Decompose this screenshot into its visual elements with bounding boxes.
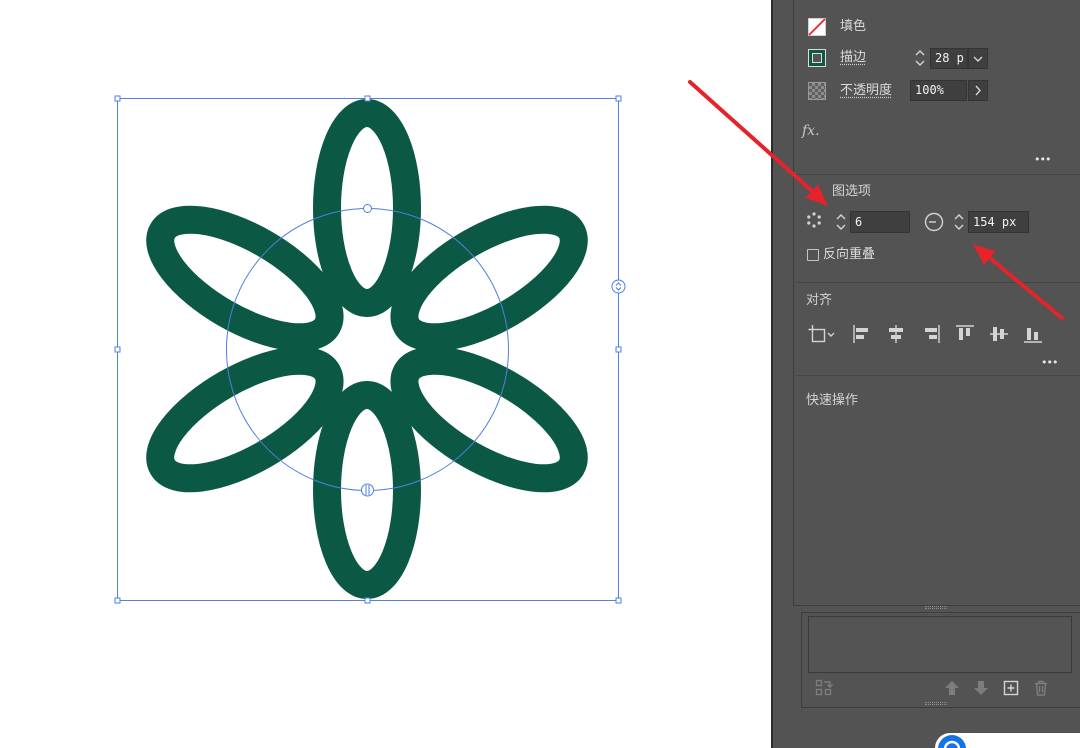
new-artboard-icon[interactable] bbox=[1002, 679, 1020, 697]
artwork-svg bbox=[114, 95, 626, 604]
handle-bottom-left[interactable] bbox=[114, 597, 121, 604]
handle-bottom-center[interactable] bbox=[364, 597, 371, 604]
section-divider bbox=[795, 375, 1080, 376]
opacity-checker-icon[interactable] bbox=[808, 82, 826, 100]
handle-top-center[interactable] bbox=[364, 95, 371, 102]
chevron-right-icon bbox=[975, 85, 981, 96]
align-horizontal-center-icon[interactable] bbox=[885, 323, 907, 345]
handle-middle-right[interactable] bbox=[615, 346, 622, 353]
selection-overlay bbox=[114, 95, 626, 604]
stroke-swatch-icon[interactable] bbox=[808, 49, 826, 67]
reverse-overlap-checkbox[interactable] bbox=[807, 249, 819, 261]
section-divider bbox=[795, 174, 1080, 175]
handle-bottom-right[interactable] bbox=[615, 597, 622, 604]
panel-resize-grip[interactable] bbox=[925, 702, 947, 705]
opacity-input[interactable]: 100% bbox=[910, 80, 967, 101]
align-to-selection-icon[interactable] bbox=[808, 323, 838, 345]
stroke-weight-stepper[interactable] bbox=[913, 47, 927, 69]
delete-artboard-icon[interactable] bbox=[1032, 679, 1050, 697]
align-bottom-icon[interactable] bbox=[1022, 323, 1044, 345]
section-divider bbox=[795, 282, 1080, 283]
radius-input[interactable]: 154 px bbox=[968, 211, 1029, 233]
move-up-icon[interactable] bbox=[943, 679, 961, 697]
help-popup[interactable] bbox=[935, 733, 1080, 748]
align-title: 对齐 bbox=[806, 293, 833, 308]
illustrator-window: 填色 描边 28 p 不透明度 100% fx. ••• 图选项 6 154 p… bbox=[0, 0, 1080, 748]
handle-top-right[interactable] bbox=[615, 95, 622, 102]
instances-input[interactable]: 6 bbox=[850, 211, 910, 233]
artboards-list[interactable] bbox=[808, 616, 1072, 673]
handle-top-left[interactable] bbox=[114, 95, 121, 102]
selection-bounding-box bbox=[117, 98, 619, 601]
radial-repeat-artwork[interactable] bbox=[143, 99, 592, 599]
align-right-icon[interactable] bbox=[920, 323, 942, 345]
stroke-label[interactable]: 描边 bbox=[840, 50, 866, 66]
instances-stepper[interactable] bbox=[834, 210, 848, 234]
align-left-icon[interactable] bbox=[851, 323, 873, 345]
radial-instances-icon bbox=[807, 212, 821, 228]
split-handle[interactable] bbox=[361, 483, 374, 497]
stroke-weight-input[interactable]: 28 p bbox=[930, 48, 968, 69]
instances-slider-widget[interactable] bbox=[611, 279, 626, 294]
radius-stepper[interactable] bbox=[952, 210, 966, 234]
reverse-overlap-label[interactable]: 反向重叠 bbox=[823, 247, 875, 263]
rearrange-artboards-icon[interactable] bbox=[815, 679, 833, 697]
opacity-expand-button[interactable] bbox=[968, 80, 988, 101]
fill-label: 填色 bbox=[840, 19, 867, 34]
instances-widget-ring bbox=[611, 279, 626, 294]
panel-resize-grip[interactable] bbox=[925, 606, 947, 609]
move-down-icon[interactable] bbox=[972, 679, 990, 697]
help-icon[interactable] bbox=[937, 733, 969, 748]
radius-handle[interactable] bbox=[363, 204, 372, 213]
align-top-icon[interactable] bbox=[954, 323, 976, 345]
radial-repeat-title: 图选项 bbox=[832, 184, 872, 199]
radial-radius-icon bbox=[924, 212, 944, 232]
appearance-more-button[interactable]: ••• bbox=[1034, 154, 1051, 166]
effects-button[interactable]: fx. bbox=[802, 123, 820, 139]
artboard-canvas[interactable] bbox=[0, 0, 771, 748]
fill-none-swatch-icon[interactable] bbox=[808, 18, 826, 36]
align-more-button[interactable]: ••• bbox=[1041, 357, 1058, 369]
quick-actions-title: 快速操作 bbox=[806, 393, 859, 408]
split-handle-ring bbox=[361, 483, 374, 497]
handle-middle-left[interactable] bbox=[114, 346, 121, 353]
stroke-weight-dropdown[interactable] bbox=[968, 48, 988, 69]
align-vertical-center-icon[interactable] bbox=[988, 323, 1010, 345]
chevron-down-icon bbox=[973, 56, 983, 62]
opacity-label[interactable]: 不透明度 bbox=[840, 83, 892, 99]
